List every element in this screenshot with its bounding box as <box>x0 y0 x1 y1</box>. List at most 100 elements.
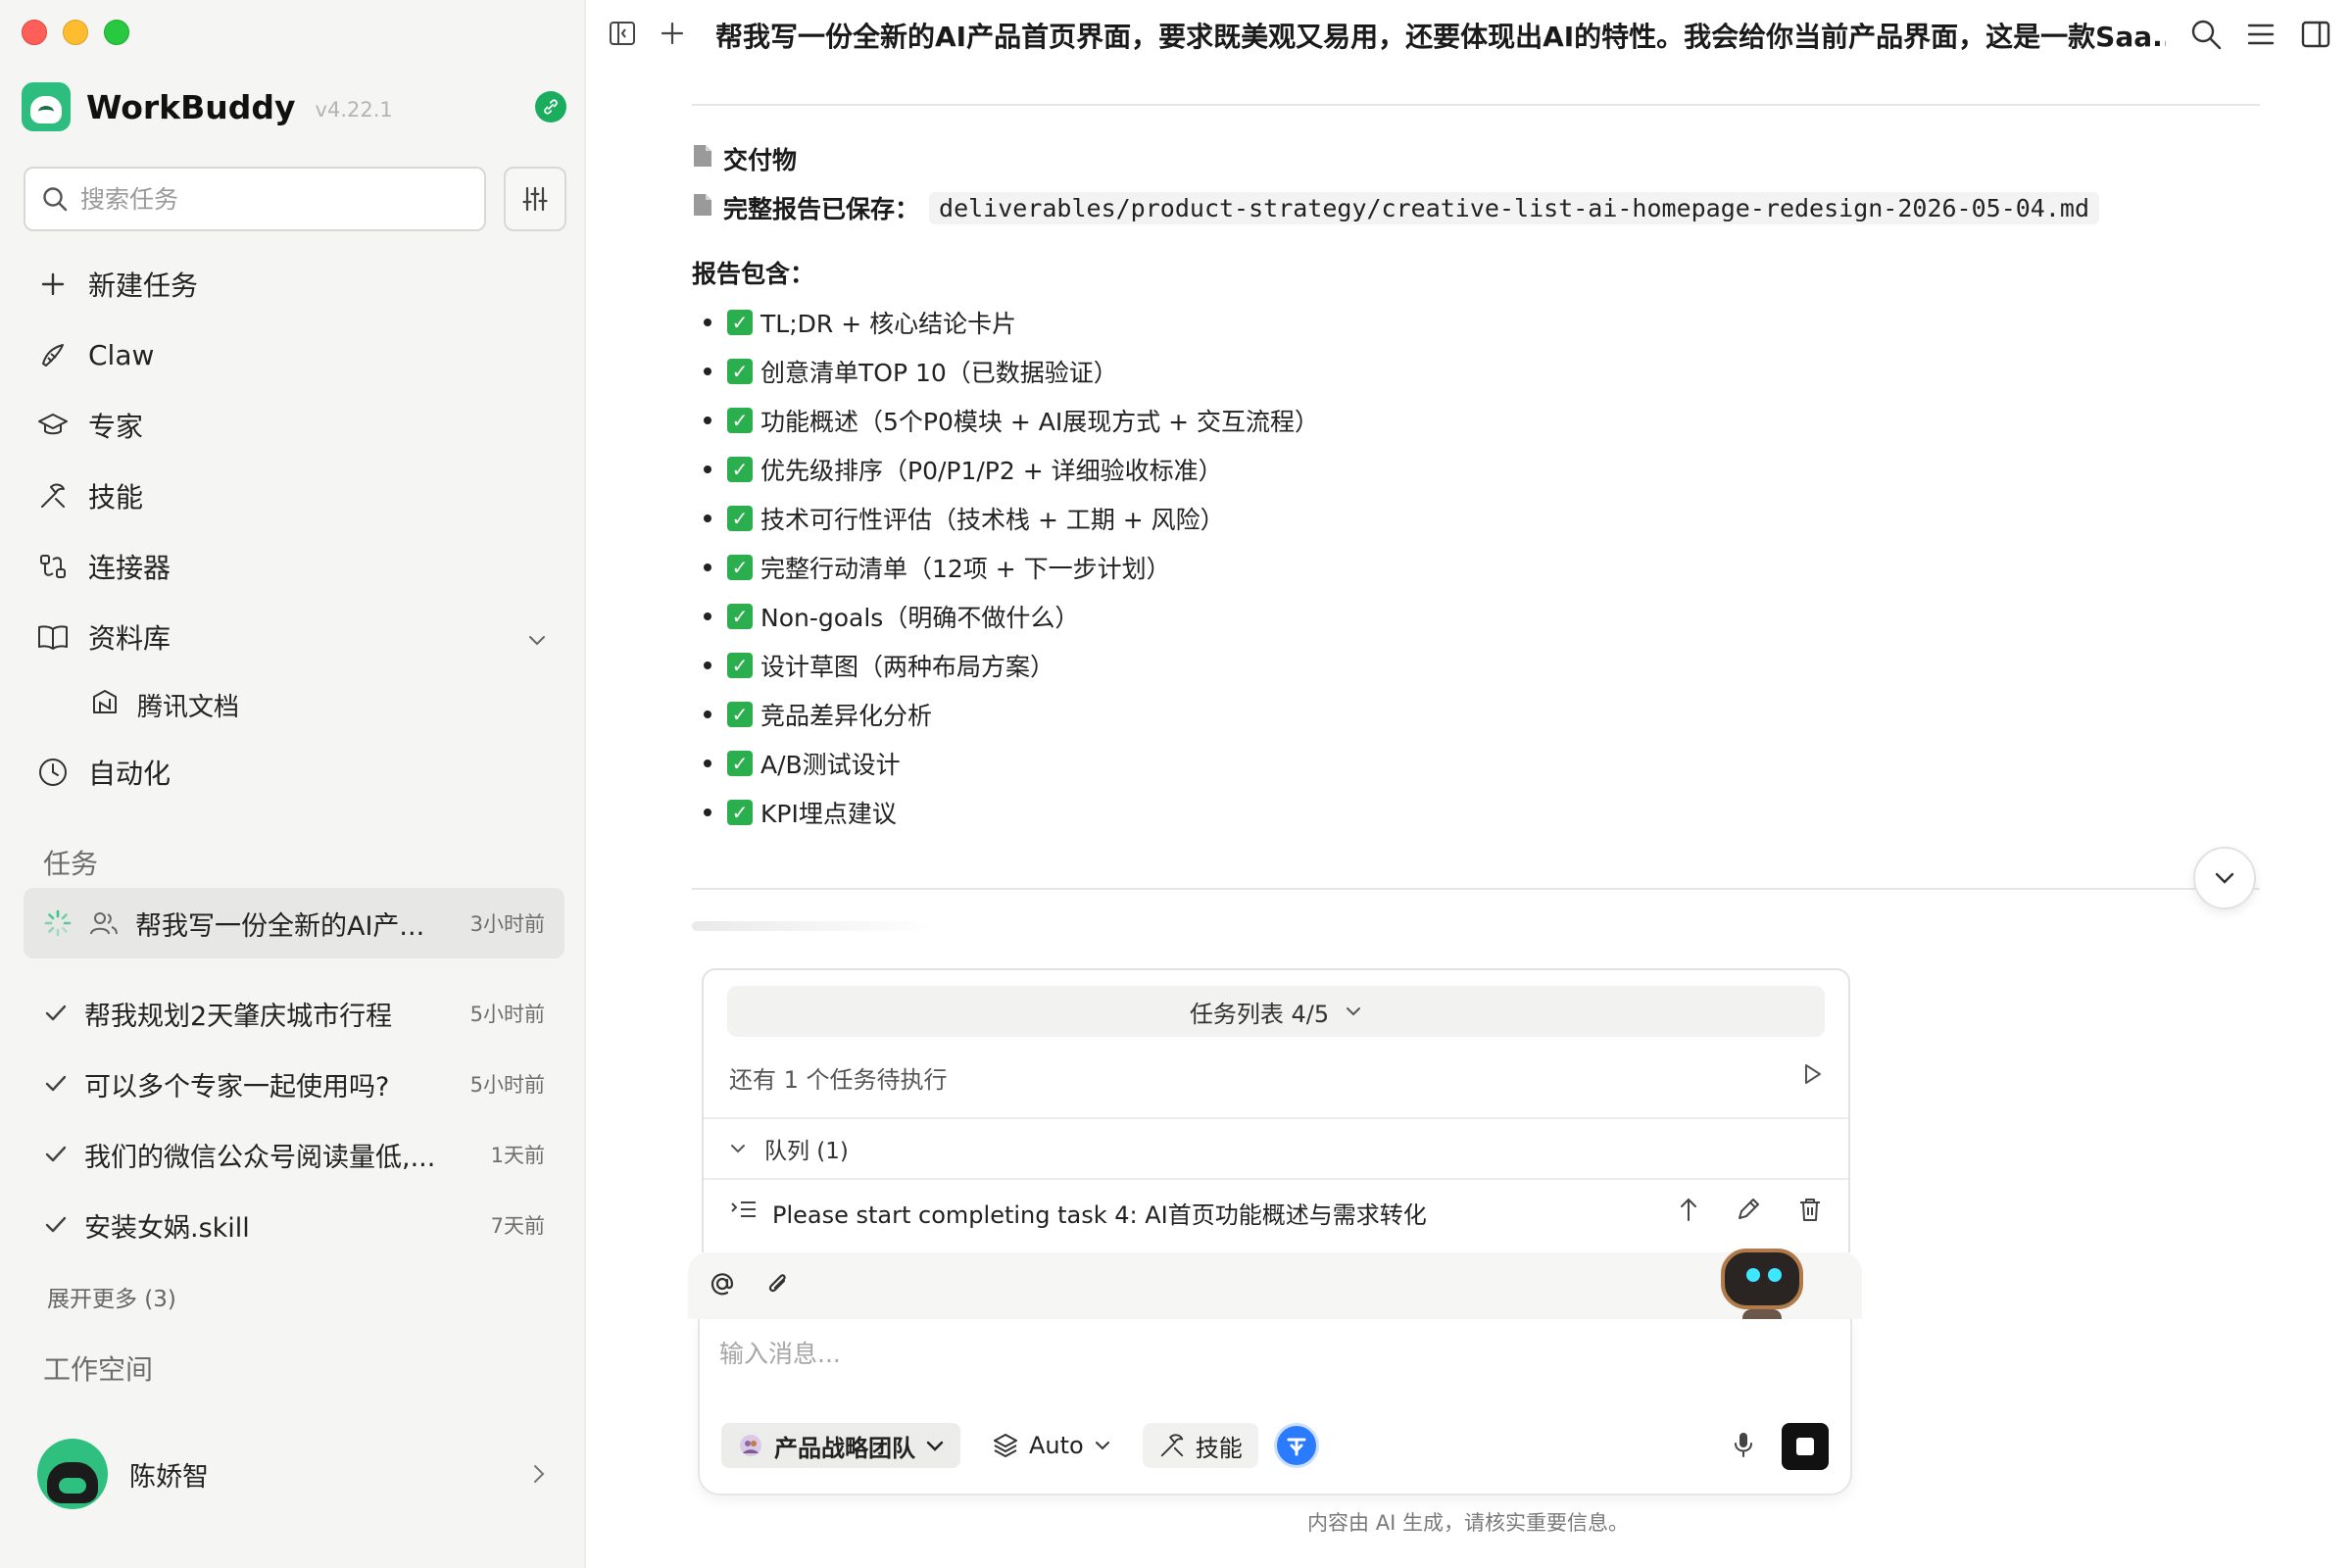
top-bar: 帮我写一份全新的AI产品首页界面，要求既美观又易用，还要体现出AI的特性。我会给… <box>586 0 2352 71</box>
document-icon <box>692 143 713 174</box>
nav-label: Claw <box>88 338 155 371</box>
task-item[interactable]: 我们的微信公众号阅读量低,... 1天前 <box>24 1119 564 1190</box>
microphone-icon[interactable] <box>1733 1430 1754 1463</box>
loading-spinner-icon <box>44 909 72 937</box>
sliders-icon <box>522 186 548 212</box>
at-mention-icon[interactable] <box>708 1269 737 1302</box>
task-item[interactable]: 安装女娲.skill 7天前 <box>24 1190 564 1260</box>
nav-sub-label: 腾讯文档 <box>137 692 240 722</box>
check-icon <box>45 1004 67 1021</box>
list-item-text: Non-goals（明确不做什么） <box>760 604 1080 632</box>
report-path[interactable]: deliverables/product-strategy/creative-l… <box>929 191 2100 224</box>
skill-button[interactable]: 技能 <box>1142 1423 1258 1468</box>
check-box-icon: ✓ <box>727 555 753 580</box>
queue-group-toggle[interactable]: 队列 (1) <box>704 1119 1848 1180</box>
task-list-active: 帮我写一份全新的AI产... 3小时前 <box>24 888 564 958</box>
message-content: 交付物 完整报告已保存： deliverables/product-strate… <box>692 137 2260 837</box>
team-selector[interactable]: 产品战略团队 <box>721 1423 960 1468</box>
search-icon <box>43 187 68 212</box>
composer-input-box: 产品战略团队 Auto 技能 <box>698 1319 1852 1495</box>
toggle-right-panel-icon[interactable] <box>2299 18 2332 55</box>
check-icon <box>45 1075 67 1092</box>
avatar <box>37 1439 108 1509</box>
model-selector[interactable]: Auto <box>976 1423 1127 1468</box>
list-item: ✓ KPI埋点建议 <box>692 788 2260 837</box>
ai-disclaimer: 内容由 AI 生成，请核实重要信息。 <box>1307 1511 1629 1535</box>
app-name: WorkBuddy <box>86 87 296 126</box>
new-tab-plus-icon[interactable] <box>659 20 686 51</box>
pending-tasks-text: 还有 1 个任务待执行 <box>729 1065 948 1094</box>
chevron-down-icon[interactable] <box>527 621 547 654</box>
tasks-section-label: 任务 <box>43 848 99 880</box>
filter-button[interactable] <box>504 167 566 231</box>
team-icon <box>90 912 118 935</box>
show-more-link[interactable]: 展开更多 (3) <box>47 1280 176 1313</box>
list-item: ✓ 完整行动清单（12项 + 下一步计划） <box>692 543 2260 592</box>
minimize-window-button[interactable] <box>63 20 88 45</box>
list-item-text: 功能概述（5个P0模块 + AI展现方式 + 交互流程） <box>760 408 1320 436</box>
task-item[interactable]: 帮我规划2天肇庆城市行程 5小时前 <box>24 978 564 1049</box>
nav-label: 连接器 <box>88 552 172 584</box>
scroll-to-bottom-button[interactable] <box>2193 847 2256 909</box>
composer-tools: 产品战略团队 Auto 技能 <box>721 1423 1319 1468</box>
task-title: 安装女娲.skill <box>84 1212 250 1244</box>
content-divider-mid <box>692 888 2260 890</box>
chevron-down-icon <box>926 1441 944 1451</box>
tencent-app-logo-icon[interactable] <box>1273 1423 1319 1468</box>
toggle-sidebar-icon[interactable] <box>608 19 637 52</box>
check-box-icon: ✓ <box>727 408 753 433</box>
task-time: 5小时前 <box>469 1073 545 1097</box>
check-box-icon: ✓ <box>727 702 753 727</box>
team-avatar-icon <box>740 1435 761 1456</box>
list-item: ✓ A/B测试设计 <box>692 739 2260 788</box>
nav-library[interactable]: 资料库 <box>24 602 564 672</box>
user-profile[interactable]: 陈娇智 <box>37 1439 547 1509</box>
list-item-text: 竞品差异化分析 <box>760 702 933 730</box>
nav-library-tencent-docs[interactable]: 腾讯文档 <box>24 672 564 737</box>
task-item[interactable]: 可以多个专家一起使用吗? 5小时前 <box>24 1049 564 1119</box>
nav-automation[interactable]: 自动化 <box>24 737 564 808</box>
menu-list-icon[interactable] <box>2244 18 2278 55</box>
close-window-button[interactable] <box>22 20 47 45</box>
task-time: 5小时前 <box>469 1003 545 1026</box>
user-name: 陈娇智 <box>129 1461 209 1493</box>
content-divider-top <box>692 104 2260 106</box>
nav-connectors[interactable]: 连接器 <box>24 531 564 602</box>
robot-mascot-icon <box>1713 1243 1811 1329</box>
skill-label: 技能 <box>1195 1434 1243 1462</box>
list-item: ✓ 功能概述（5个P0模块 + AI展现方式 + 交互流程） <box>692 396 2260 445</box>
nav-new-task[interactable]: 新建任务 <box>24 249 564 319</box>
message-input[interactable] <box>719 1335 1797 1384</box>
chevron-down-icon <box>2215 872 2234 884</box>
composer-actions <box>1733 1423 1829 1470</box>
tools-icon <box>37 480 69 512</box>
check-box-icon: ✓ <box>727 457 753 482</box>
list-item-text: 优先级排序（P0/P1/P2 + 详细验收标准） <box>760 457 1223 485</box>
task-item-active[interactable]: 帮我写一份全新的AI产... 3小时前 <box>24 888 564 958</box>
link-status-icon[interactable] <box>535 91 566 122</box>
play-icon[interactable] <box>1801 1062 1823 1092</box>
nav-skills[interactable]: 技能 <box>24 461 564 531</box>
edit-pencil-icon[interactable] <box>1735 1196 1762 1229</box>
task-list-header: 任务列表 4/5 <box>1189 1000 1330 1028</box>
nav-label: 技能 <box>88 481 144 514</box>
task-list-toggle[interactable]: 任务列表 4/5 <box>727 986 1825 1037</box>
task-time: 1天前 <box>490 1144 545 1167</box>
zoom-window-button[interactable] <box>104 20 129 45</box>
search-row <box>24 167 566 231</box>
list-item: ✓ 设计草图（两种布局方案） <box>692 641 2260 690</box>
nav-claw[interactable]: Claw <box>24 319 564 390</box>
search-input[interactable] <box>80 184 453 214</box>
pending-tasks-row: 还有 1 个任务待执行 <box>704 1037 1848 1119</box>
move-up-icon[interactable] <box>1678 1196 1699 1229</box>
trash-icon[interactable] <box>1797 1196 1823 1229</box>
chevron-down-icon <box>731 1145 745 1153</box>
list-item-text: TL;DR + 核心结论卡片 <box>760 310 1017 338</box>
check-icon <box>45 1216 67 1233</box>
attachment-icon[interactable] <box>764 1269 792 1302</box>
nav-experts[interactable]: 专家 <box>24 390 564 461</box>
list-item-text: 完整行动清单（12项 + 下一步计划） <box>760 555 1171 583</box>
stop-generation-button[interactable] <box>1782 1423 1829 1470</box>
list-item: ✓ 创意清单TOP 10（已数据验证） <box>692 347 2260 396</box>
search-icon[interactable] <box>2189 18 2223 55</box>
